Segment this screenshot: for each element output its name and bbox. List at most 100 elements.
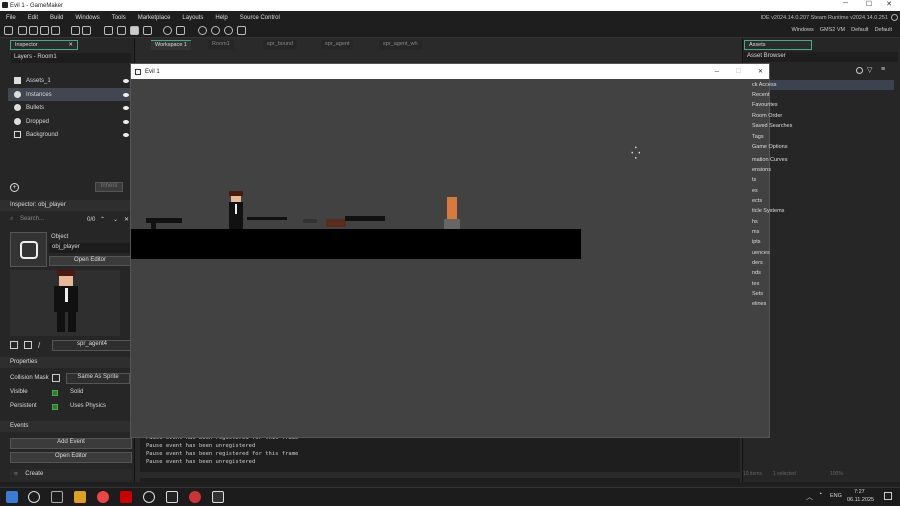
tab-spr-bound[interactable]: spr_bound bbox=[263, 40, 297, 50]
asset-tree-item[interactable]: elines bbox=[752, 301, 766, 307]
new-icon[interactable] bbox=[18, 26, 27, 35]
sprite-selector[interactable]: spr_agent4 bbox=[52, 340, 132, 351]
windows-start-icon[interactable] bbox=[6, 491, 18, 503]
add-layer-icon[interactable]: + bbox=[10, 183, 19, 192]
tab-close-icon[interactable]: ✕ bbox=[68, 42, 73, 48]
tray-chevron-icon[interactable]: ︿ bbox=[806, 492, 813, 502]
settings-icon[interactable] bbox=[163, 26, 172, 35]
prev-icon[interactable]: ⌃ bbox=[100, 216, 105, 223]
target-device[interactable]: Default bbox=[875, 27, 892, 33]
menu-marketplace[interactable]: Marketplace bbox=[132, 15, 177, 21]
inspector-search[interactable]: Search... bbox=[8, 216, 83, 226]
asset-tree-item[interactable]: es bbox=[752, 188, 758, 194]
language-indicator[interactable]: ENG bbox=[830, 493, 842, 499]
tab-room1[interactable]: Room1 bbox=[208, 40, 234, 50]
gamemaker-icon[interactable] bbox=[166, 491, 178, 503]
next-icon[interactable]: ⌄ bbox=[113, 216, 118, 223]
clock-date[interactable]: 06.11.2025 bbox=[847, 497, 874, 503]
layer-row[interactable]: Assets_1 bbox=[8, 74, 133, 87]
search-icon[interactable] bbox=[28, 491, 40, 503]
menu-layouts[interactable]: Layouts bbox=[176, 15, 209, 21]
asset-tree-item[interactable]: Recent bbox=[752, 92, 769, 98]
inherit-button[interactable]: Inherit bbox=[95, 182, 123, 192]
events-header[interactable]: Events bbox=[0, 421, 135, 432]
asset-tree-item[interactable]: Tags bbox=[752, 134, 764, 140]
zoom-in-icon[interactable] bbox=[198, 26, 207, 35]
game-close-icon[interactable]: ✕ bbox=[758, 68, 763, 75]
eye-icon[interactable] bbox=[123, 132, 129, 137]
edit-sprite-icon[interactable] bbox=[24, 341, 32, 349]
home-icon[interactable] bbox=[4, 26, 13, 35]
zoom-reset-icon[interactable] bbox=[211, 26, 220, 35]
menu-help[interactable]: Help bbox=[209, 15, 233, 21]
asset-tree-item[interactable]: Game Options bbox=[752, 144, 787, 150]
eye-icon[interactable] bbox=[123, 78, 129, 83]
tab-inspector[interactable]: Inspector ✕ bbox=[10, 40, 78, 50]
help-icon[interactable] bbox=[891, 14, 898, 21]
menu-windows[interactable]: Windows bbox=[69, 15, 105, 21]
visible-checkbox[interactable] bbox=[52, 390, 58, 396]
minimize-icon[interactable]: ─ bbox=[843, 0, 848, 7]
properties-header[interactable]: Properties bbox=[0, 357, 135, 368]
asset-tree-item[interactable]: Sets bbox=[752, 291, 763, 297]
open-icon[interactable] bbox=[29, 26, 38, 35]
maximize-icon[interactable]: ☐ bbox=[866, 0, 872, 8]
object-name-field[interactable]: obj_player bbox=[49, 243, 131, 253]
asset-tree-item[interactable]: Room Order bbox=[752, 113, 782, 119]
asset-tree-item[interactable]: ck Access bbox=[752, 82, 776, 88]
asset-tree-item[interactable]: tes bbox=[752, 281, 759, 287]
asset-tree-item[interactable]: ms bbox=[752, 229, 759, 235]
chrome-icon[interactable] bbox=[97, 491, 109, 503]
target-config[interactable]: Default bbox=[851, 27, 868, 33]
game-minimize-icon[interactable]: ─ bbox=[715, 69, 719, 75]
menu-build[interactable]: Build bbox=[44, 15, 69, 21]
target-vm[interactable]: GMS2 VM bbox=[820, 27, 845, 33]
create-exe-icon[interactable] bbox=[71, 26, 80, 35]
open-events-editor-button[interactable]: Open Editor bbox=[10, 452, 132, 463]
event-create[interactable]: ○ Create bbox=[10, 469, 132, 480]
tab-spr-agent[interactable]: spr_agent bbox=[321, 40, 354, 50]
menu-source-control[interactable]: Source Control bbox=[234, 15, 286, 21]
asset-tree-item[interactable]: ders bbox=[752, 260, 763, 266]
persistent-checkbox[interactable] bbox=[52, 404, 58, 410]
edit-mask-icon[interactable] bbox=[52, 374, 60, 382]
clock-time[interactable]: 7:27 bbox=[854, 489, 865, 495]
notifications-icon[interactable] bbox=[884, 492, 892, 500]
gamepad-icon[interactable] bbox=[237, 26, 246, 35]
menu-edit[interactable]: Edit bbox=[22, 15, 44, 21]
menu-file[interactable]: File bbox=[0, 15, 22, 21]
asset-tree-item[interactable]: ipts bbox=[752, 239, 761, 245]
zoom-out-icon[interactable] bbox=[224, 26, 233, 35]
asset-tree-item[interactable]: ts bbox=[752, 177, 756, 183]
asset-tree-item[interactable]: hs bbox=[752, 219, 758, 225]
hamburger-icon[interactable]: ≡ bbox=[881, 66, 885, 73]
pencil-icon[interactable]: / bbox=[38, 341, 40, 350]
network-icon[interactable]: ◔ bbox=[818, 491, 822, 498]
clear-icon[interactable]: ✕ bbox=[124, 216, 129, 223]
eye-icon[interactable] bbox=[123, 105, 129, 110]
target-selector[interactable]: Windows GMS2 VM Default Default bbox=[791, 27, 892, 33]
task-view-icon[interactable] bbox=[51, 491, 63, 503]
zoom-level[interactable]: 100% bbox=[830, 471, 843, 477]
asset-tree-item[interactable]: Saved Searches bbox=[752, 123, 792, 129]
new-sprite-icon[interactable] bbox=[10, 341, 18, 349]
package-icon[interactable] bbox=[82, 26, 91, 35]
collision-mask-selector[interactable]: Same As Sprite bbox=[66, 373, 130, 384]
asset-tree-item[interactable]: ensions bbox=[752, 167, 771, 173]
output-scrollbar[interactable] bbox=[140, 472, 740, 478]
asset-tree-item[interactable]: uences bbox=[752, 250, 770, 256]
run-icon[interactable] bbox=[117, 26, 126, 35]
asset-tree-item[interactable]: mation Curves bbox=[752, 157, 787, 163]
tab-workspace-1[interactable]: Workspace 1 bbox=[151, 40, 191, 50]
tab-spr-agent-wh[interactable]: spr_agent_wh bbox=[379, 40, 422, 50]
tab-assets[interactable]: Assets bbox=[744, 40, 812, 50]
stop-icon[interactable] bbox=[130, 26, 139, 35]
add-event-button[interactable]: Add Event bbox=[10, 438, 132, 449]
eye-icon[interactable] bbox=[123, 119, 129, 124]
eye-icon[interactable] bbox=[123, 92, 129, 97]
save-icon[interactable] bbox=[40, 26, 49, 35]
asset-tree-item[interactable]: ects bbox=[752, 198, 762, 204]
layer-row[interactable]: Dropped bbox=[8, 115, 133, 128]
save-all-icon[interactable] bbox=[51, 26, 60, 35]
menu-tools[interactable]: Tools bbox=[106, 15, 132, 21]
